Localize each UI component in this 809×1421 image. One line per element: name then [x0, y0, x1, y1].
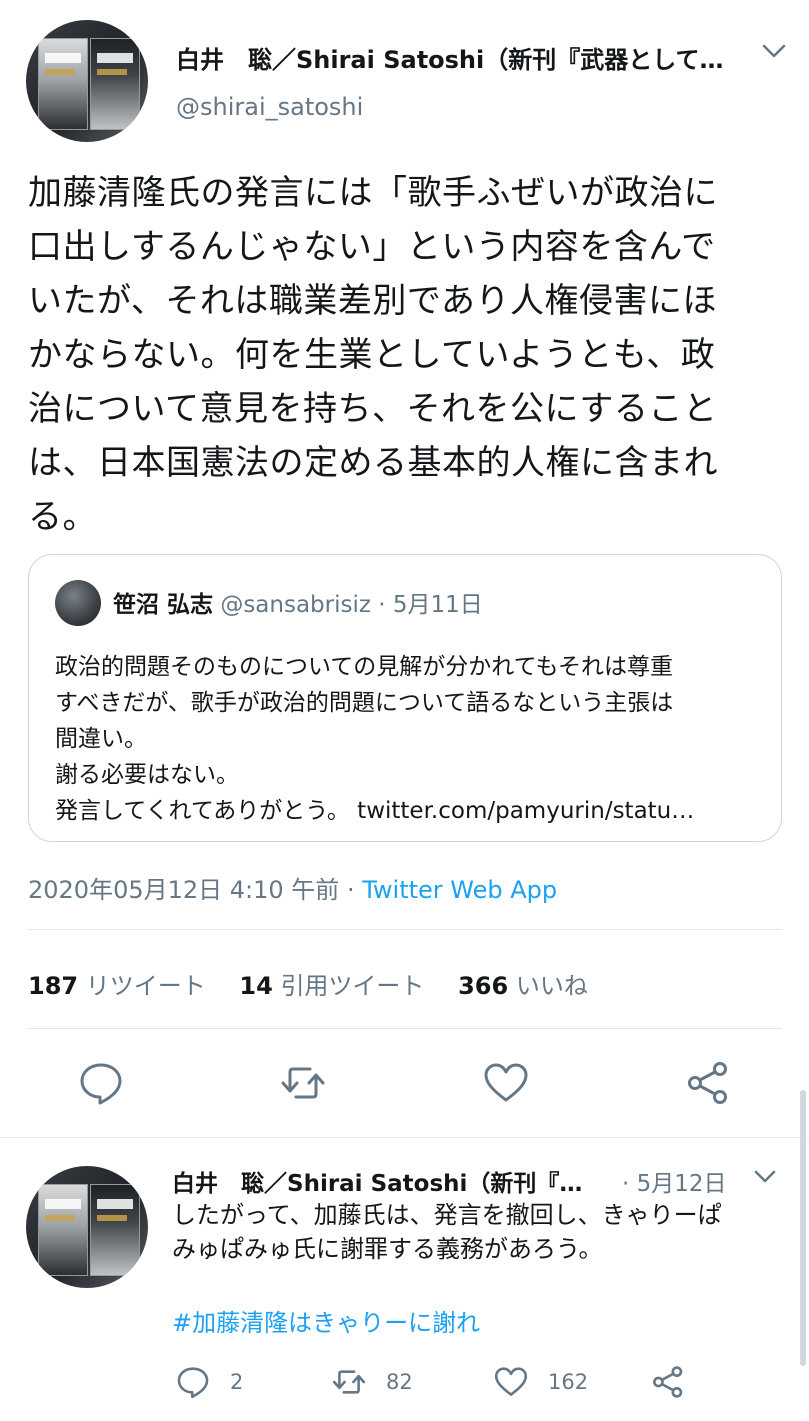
retweet-label[interactable]: リツイート: [86, 972, 206, 1000]
quote-count[interactable]: 14: [239, 972, 272, 1000]
tweet-text-line: る。: [28, 497, 97, 537]
like-button[interactable]: 162: [494, 1364, 588, 1400]
meta-separator: ·: [339, 876, 363, 904]
avatar-book-image: [90, 38, 140, 130]
quoted-text-line: 間違い。: [55, 726, 147, 752]
reply-button[interactable]: 2: [176, 1364, 243, 1400]
reply-text: したがって、加藤氏は、発言を撤回し、きゃりーぱ みゅぱみゅ氏に謝罪する義務があろ…: [172, 1198, 782, 1266]
main-tweet: 白井 聡／Shirai Satoshi（新刊『武器として… @shirai_sa…: [0, 0, 809, 1138]
avatar[interactable]: [26, 1166, 148, 1288]
avatar[interactable]: [26, 20, 148, 142]
retweet-count: 82: [386, 1370, 413, 1394]
like-label[interactable]: いいね: [516, 972, 588, 1000]
tweet-date[interactable]: · 5月12日: [622, 1164, 727, 1198]
quoted-header: 笹沼 弘志 @sansabrisiz · 5月11日: [113, 585, 483, 619]
avatar-book-image: [90, 1184, 140, 1276]
reply-count: 2: [230, 1370, 244, 1394]
reply-text-line: みゅぱみゅ氏に謝罪する義務があろう。: [172, 1235, 603, 1263]
quoted-username: @sansabrisiz: [220, 592, 371, 618]
source-link[interactable]: Twitter Web App: [362, 876, 557, 904]
reply-icon: [177, 1367, 209, 1399]
tweet-text-line: 治について意見を持ち、それを公にすること: [28, 389, 718, 429]
tweet-stats: 187 リツイート 14 引用ツイート 366 いいね: [28, 966, 614, 1001]
quoted-avatar[interactable]: [55, 580, 101, 626]
hashtag-link[interactable]: #加藤清隆はきゃりーに謝れ: [172, 1303, 480, 1338]
quoted-date: 5月11日: [392, 592, 483, 618]
quoted-separator: ·: [378, 592, 386, 618]
like-count[interactable]: 366: [458, 972, 508, 1000]
display-name[interactable]: 白井 聡／Shirai Satoshi（新刊『…: [172, 1164, 592, 1198]
quote-label[interactable]: 引用ツイート: [280, 972, 424, 1000]
chevron-down-icon[interactable]: [760, 40, 788, 64]
retweet-icon: [332, 1370, 366, 1394]
share-button[interactable]: [651, 1364, 705, 1400]
tweet-text-line: 口出しするんじゃない」という内容を含んで: [28, 227, 716, 267]
share-icon[interactable]: [685, 1060, 731, 1106]
divider: [0, 1137, 809, 1138]
retweet-button[interactable]: 82: [332, 1364, 413, 1400]
quoted-text-line: 謝る必要はない。: [55, 762, 239, 788]
divider: [28, 929, 782, 930]
like-count: 162: [548, 1370, 589, 1394]
reply-text-line: したがって、加藤氏は、発言を撤回し、きゃりーぱ: [172, 1201, 722, 1229]
tweet-meta: 2020年05月12日 4:10 午前 · Twitter Web App: [28, 870, 557, 905]
retweet-count[interactable]: 187: [28, 972, 78, 1000]
tweet-text-line: 加藤清隆氏の発言には「歌手ふぜいが政治に: [28, 173, 718, 213]
scrollbar[interactable]: [800, 1090, 806, 1366]
quoted-text: 政治的問題そのものについての見解が分かれてもそれは尊重 すべきだが、歌手が政治的…: [55, 649, 761, 829]
quoted-text-line: すべきだが、歌手が政治的問題について語るなという主張は: [55, 690, 674, 716]
tweet-text-line: いたが、それは職業差別であり人権侵害にほ: [28, 281, 717, 321]
display-name[interactable]: 白井 聡／Shirai Satoshi（新刊『武器として…: [176, 40, 731, 75]
tweet-text-line: は、日本国憲法の定める基本的人権に含まれ: [28, 443, 718, 483]
quoted-text-line: 発言してくれてありがとう。 twitter.com/pamyurin/statu…: [55, 798, 695, 824]
username[interactable]: @shirai_satoshi: [176, 93, 363, 121]
tweet-text: 加藤清隆氏の発言には「歌手ふぜいが政治に 口出しするんじゃない」という内容を含ん…: [28, 166, 788, 544]
quoted-display-name: 笹沼 弘志: [113, 592, 214, 618]
avatar-book-image: [38, 38, 88, 130]
retweet-icon[interactable]: [280, 1060, 326, 1106]
like-icon: [494, 1367, 528, 1396]
like-icon[interactable]: [483, 1060, 529, 1106]
tweet-text-line: かならない。何を生業としていようとも、政: [28, 335, 716, 375]
avatar-book-image: [38, 1184, 88, 1276]
chevron-down-icon[interactable]: [752, 1166, 778, 1188]
timestamp[interactable]: 2020年05月12日 4:10 午前: [28, 876, 339, 904]
divider: [28, 1028, 782, 1029]
quoted-tweet-card[interactable]: 笹沼 弘志 @sansabrisiz · 5月11日 政治的問題そのものについて…: [28, 554, 782, 842]
share-icon: [653, 1366, 683, 1398]
reply-icon[interactable]: [78, 1060, 124, 1106]
quoted-text-line: 政治的問題そのものについての見解が分かれてもそれは尊重: [55, 654, 674, 680]
